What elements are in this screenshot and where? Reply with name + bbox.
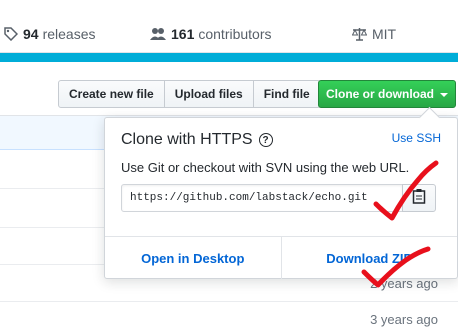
tag-icon (4, 27, 18, 41)
license-label: MIT (372, 26, 397, 42)
contributors-link[interactable]: 161 contributors (150, 26, 272, 42)
clone-popover: Clone with HTTPS ? Use SSH Use Git or ch… (104, 106, 458, 279)
table-row-divider (0, 301, 458, 302)
language-bar[interactable] (0, 53, 458, 62)
file-age: 3 years ago (370, 312, 438, 327)
law-icon (352, 27, 367, 41)
releases-label: releases (42, 26, 96, 42)
releases-count: 94 (23, 26, 39, 42)
clone-description: Use Git or checkout with SVN using the w… (121, 160, 410, 175)
copy-to-clipboard-button[interactable] (402, 184, 436, 212)
clone-popover-footer: Open in Desktop Download ZIP (105, 236, 457, 279)
clipboard-icon (412, 188, 426, 209)
people-icon (150, 27, 166, 41)
repo-stats-bar: 94 releases 161 contributors MIT (0, 0, 458, 53)
clone-or-download-label: Clone or download (326, 87, 434, 101)
clone-url-input[interactable] (121, 184, 403, 212)
upload-files-button[interactable]: Upload files (163, 80, 254, 108)
clone-title-text: Clone with HTTPS (121, 131, 253, 148)
create-new-file-button[interactable]: Create new file (58, 80, 165, 108)
caret-down-icon (440, 93, 448, 97)
download-zip-link[interactable]: Download ZIP (280, 237, 458, 279)
license-link[interactable]: MIT (352, 26, 396, 42)
clone-url-group (121, 184, 439, 212)
popover-arrow (418, 106, 441, 129)
use-ssh-link[interactable]: Use SSH (392, 131, 441, 145)
clone-popover-title: Clone with HTTPS ? (121, 131, 273, 149)
question-icon[interactable]: ? (258, 133, 273, 147)
find-file-button[interactable]: Find file (252, 80, 321, 108)
contributors-count: 161 (171, 26, 195, 42)
open-in-desktop-link[interactable]: Open in Desktop (105, 237, 281, 279)
file-actions-group: Create new file Upload files Find file (58, 80, 321, 108)
releases-link[interactable]: 94 releases (4, 26, 96, 42)
contributors-label: contributors (198, 26, 272, 42)
clone-or-download-button[interactable]: Clone or download (318, 80, 456, 108)
